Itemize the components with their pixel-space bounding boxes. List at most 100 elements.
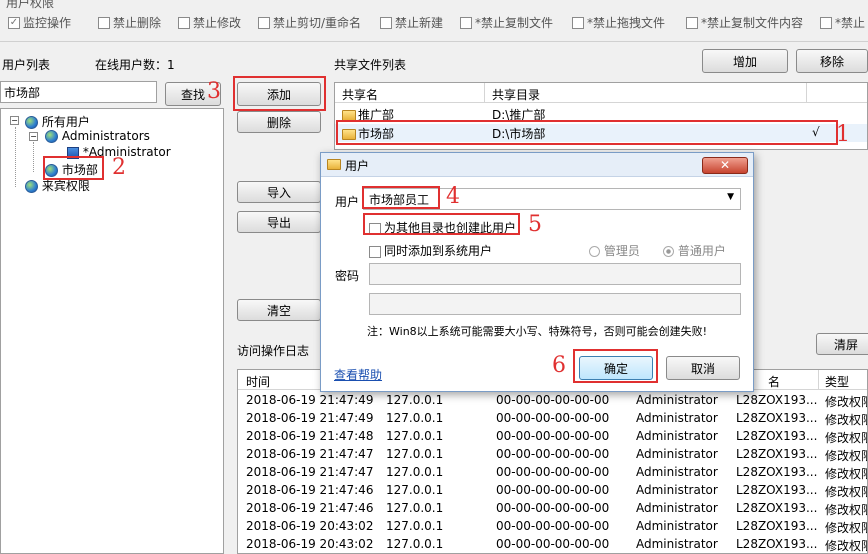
log-cell-user: Administrator	[636, 429, 718, 443]
import-button[interactable]: 导入	[237, 181, 321, 203]
user-search-value: 市场部	[4, 86, 41, 100]
log-cell-ip: 127.0.0.1	[386, 465, 444, 479]
log-cell-type: 修改权限	[825, 467, 867, 481]
log-row[interactable]: 2018-06-19 20:43:02 127.0.0.1 00-00-00-00-…	[238, 518, 867, 536]
log-cell-type: 修改权限	[825, 485, 867, 499]
dialog-user-value: 市场部员工	[369, 193, 430, 207]
log-cell-host: L28ZOX193...	[736, 483, 818, 497]
log-cell-time: 2018-06-19 21:47:48	[246, 429, 374, 443]
admin-radio[interactable]: 管理员	[589, 242, 640, 259]
permission-label: 禁止新建	[395, 16, 444, 30]
tree-item-market[interactable]: 市场部	[45, 161, 98, 178]
log-row[interactable]: 2018-06-19 21:47:48 127.0.0.1 00-00-00-00-…	[238, 428, 867, 446]
log-cell-ip: 127.0.0.1	[386, 537, 444, 551]
export-button-label: 导出	[266, 215, 291, 230]
annotation-number-4: 4	[446, 184, 460, 209]
log-cell-time: 2018-06-19 21:47:47	[246, 465, 374, 479]
checkbox-box	[369, 222, 381, 235]
share-row[interactable]: 推广部 D:\推广部	[335, 105, 867, 123]
dialog-user-select[interactable]: 市场部员工 ▼	[363, 188, 741, 210]
log-clear-button[interactable]: 清屏	[816, 333, 868, 355]
tree-item-guest[interactable]: 来宾权限	[25, 177, 90, 194]
normal-user-radio-label: 普通用户	[677, 244, 726, 258]
checkbox-box	[572, 16, 584, 29]
share-remove-button[interactable]: 移除	[796, 49, 868, 73]
permission-checkbox[interactable]: *禁止拖拽文件	[572, 14, 665, 31]
log-cell-ip: 127.0.0.1	[386, 501, 444, 515]
password-input[interactable]	[369, 263, 741, 285]
share-row-selected[interactable]: 市场部 D:\市场部 √	[335, 124, 867, 142]
share-row-checkmark: √	[812, 125, 820, 139]
share-row-name: 市场部	[342, 125, 394, 142]
col-host: 名	[768, 375, 781, 389]
log-title: 访问操作日志	[237, 344, 310, 358]
log-cell-type: 修改权限	[825, 503, 867, 517]
dialog-cancel-button-label: 取消	[690, 361, 715, 376]
tree-expander[interactable]: −	[29, 132, 38, 141]
dialog-cancel-button[interactable]: 取消	[666, 356, 740, 380]
add-user-button[interactable]: 添加	[237, 82, 321, 106]
col-share-name: 共享名	[342, 88, 379, 102]
permission-checkbox[interactable]: 禁止剪切/重命名	[258, 14, 361, 31]
tree-item-all-users[interactable]: 所有用户	[25, 113, 90, 130]
tree-label: 所有用户	[41, 115, 90, 129]
annotation-number-5: 5	[528, 212, 542, 237]
dialog-ok-button[interactable]: 确定	[579, 356, 653, 380]
log-cell-host: L28ZOX193...	[736, 411, 818, 425]
log-table: 时间 名 类型 2018-06-19 21:47:49 127.0.0.1 00-0…	[237, 369, 868, 554]
checkbox-box	[686, 16, 698, 29]
password-confirm-input[interactable]	[369, 293, 741, 315]
help-link[interactable]: 查看帮助	[334, 366, 382, 383]
annotation-number-3: 3	[207, 79, 221, 104]
checkbox-box	[380, 16, 392, 29]
log-row[interactable]: 2018-06-19 21:47:47 127.0.0.1 00-00-00-00-…	[238, 446, 867, 464]
share-table-header: 共享名 共享目录	[335, 83, 867, 103]
globe-icon	[45, 164, 58, 177]
log-row[interactable]: 2018-06-19 20:43:02 127.0.0.1 00-00-00-00-…	[238, 536, 867, 553]
permission-checkbox[interactable]: *禁止复制文件内容	[686, 14, 803, 31]
delete-user-button[interactable]: 删除	[237, 111, 321, 133]
user-icon	[67, 146, 79, 159]
dialog-close-button[interactable]: ✕	[702, 157, 748, 174]
permission-checkbox[interactable]: *禁止	[820, 14, 865, 31]
log-cell-host: L28ZOX193...	[736, 393, 818, 407]
dialog-titlebar[interactable]: 用户 ✕	[321, 153, 753, 177]
create-other-checkbox[interactable]: 为其他目录也创建此用户	[369, 219, 516, 236]
log-cell-type: 修改权限	[825, 539, 867, 553]
share-row-name-text: 市场部	[358, 127, 395, 141]
user-search-input[interactable]: 市场部	[0, 81, 157, 103]
permission-checkbox[interactable]: 禁止删除	[98, 14, 161, 31]
log-cell-user: Administrator	[636, 447, 718, 461]
column-divider	[484, 83, 485, 103]
log-cell-user: Administrator	[636, 483, 718, 497]
clear-list-button[interactable]: 清空	[237, 299, 321, 321]
tree-item-administrators[interactable]: Administrators	[45, 129, 150, 143]
log-row[interactable]: 2018-06-19 21:47:49 127.0.0.1 00-00-00-00-…	[238, 410, 867, 428]
permission-checkbox[interactable]: ✓ 监控操作	[8, 14, 71, 31]
permission-checkbox[interactable]: *禁止复制文件	[460, 14, 553, 31]
tree-expander[interactable]: −	[10, 116, 19, 125]
log-cell-mac: 00-00-00-00-00-00	[496, 411, 610, 425]
export-button[interactable]: 导出	[237, 211, 321, 233]
log-row[interactable]: 2018-06-19 21:47:46 127.0.0.1 00-00-00-00-…	[238, 482, 867, 500]
log-row[interactable]: 2018-06-19 21:47:47 127.0.0.1 00-00-00-00-…	[238, 464, 867, 482]
share-add-button[interactable]: 增加	[702, 49, 788, 73]
permission-checkbox[interactable]: 禁止新建	[380, 14, 443, 31]
log-row[interactable]: 2018-06-19 21:47:49 127.0.0.1 00-00-00-00-…	[238, 392, 867, 410]
log-cell-time: 2018-06-19 21:47:46	[246, 483, 374, 497]
log-cell-mac: 00-00-00-00-00-00	[496, 501, 610, 515]
share-table: 共享名 共享目录 推广部 D:\推广部 市场部 D:\市场部 √	[334, 82, 868, 150]
share-row-path: D:\市场部	[492, 127, 546, 141]
user-dialog: 用户 ✕ 用户 市场部员工 ▼ 为其他目录也创建此用户 同时添加到系统用户 管理…	[320, 152, 754, 392]
normal-user-radio[interactable]: 普通用户	[663, 242, 726, 259]
annotation-number-6: 6	[552, 353, 566, 378]
log-row[interactable]: 2018-06-19 21:47:46 127.0.0.1 00-00-00-00-…	[238, 500, 867, 518]
log-cell-time: 2018-06-19 21:47:49	[246, 411, 374, 425]
online-count: 在线用户数：1	[95, 58, 175, 72]
log-cell-time: 2018-06-19 21:47:47	[246, 447, 374, 461]
permission-label: 禁止修改	[193, 16, 242, 30]
globe-icon	[45, 130, 58, 143]
log-cell-user: Administrator	[636, 501, 718, 515]
permission-checkbox[interactable]: 禁止修改	[178, 14, 241, 31]
add-system-checkbox[interactable]: 同时添加到系统用户	[369, 242, 492, 259]
